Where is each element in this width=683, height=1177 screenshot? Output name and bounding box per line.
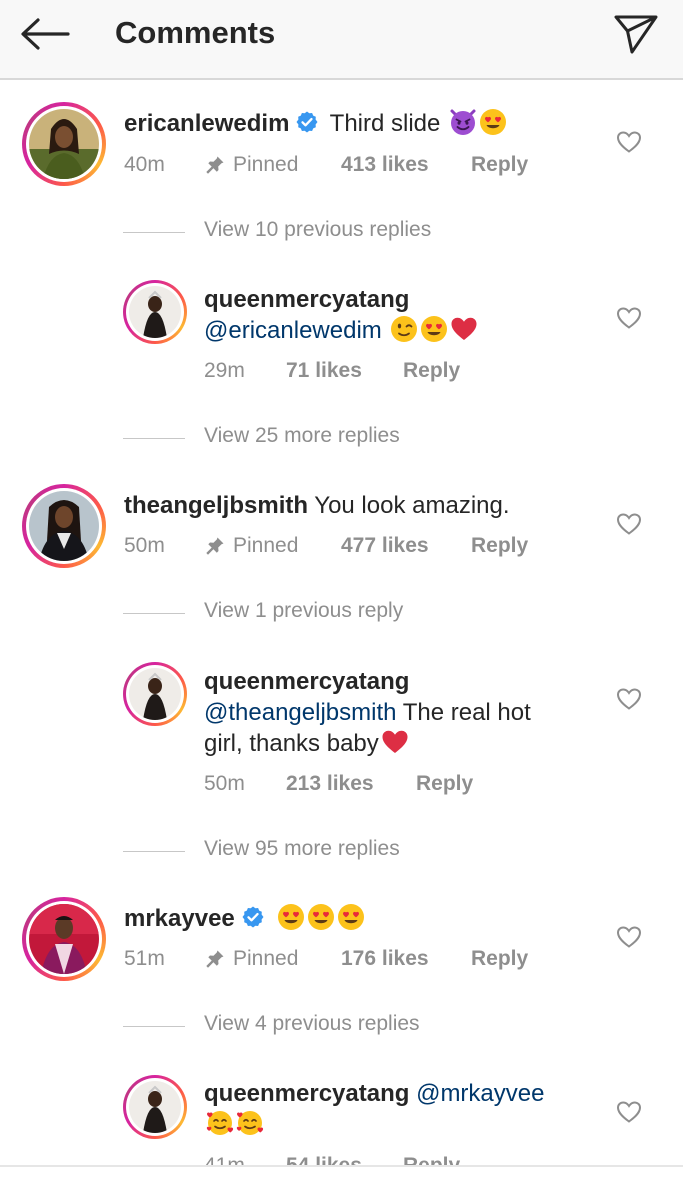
back-arrow-icon [21,18,70,50]
reply-meta: 29m 71 likes Reply [204,359,554,387]
like-heart-icon[interactable] [616,925,642,949]
reply-meta: 41m 54 likes Reply [204,1154,554,1165]
avatar-queenmercyatang[interactable] [123,662,187,726]
like-heart-icon[interactable] [616,687,642,711]
pinned-label: Pinned [205,153,298,177]
comment-username[interactable]: theangeljbsmith [124,492,308,519]
mention-link[interactable]: @ericanlewedim [204,317,382,344]
reply-text-line1: The real hot [402,699,531,726]
mention-link[interactable]: @mrkayvee [416,1080,544,1107]
likes-count[interactable]: 71 likes [286,359,362,383]
red-heart-emoji-icon [450,315,478,343]
like-heart-icon[interactable] [616,306,642,330]
comment-username[interactable]: mrkayvee [124,905,235,932]
avatar-photo [129,668,181,720]
view-previous-replies[interactable]: View 10 previous replies [123,218,523,246]
smiling-hearts-emoji-icon [236,1109,264,1137]
reply-time: 50m [204,772,245,795]
comment-time: 50m [124,534,165,557]
comment-time: 40m [124,153,165,176]
avatar-photo [129,286,181,338]
comment-text: You look amazing. [314,492,510,519]
pinned-label: Pinned [205,947,298,971]
top-bar: Comments [0,0,683,80]
pin-icon [205,155,225,175]
divider-line [123,613,185,614]
divider-line [123,232,185,233]
avatar-theangeljbsmith[interactable] [22,484,106,568]
avatar-queenmercyatang[interactable] [123,280,187,344]
reply-body: queenmercyatang @mrkayvee [204,1078,594,1140]
likes-count[interactable]: 477 likes [341,534,429,558]
reply-time: 29m [204,359,245,382]
pin-icon [205,949,225,969]
avatar-queenmercyatang[interactable] [123,1075,187,1139]
avatar-mrkayvee[interactable] [22,897,106,981]
comment-body: ericanlewedim Third slide [124,108,507,139]
pinned-label: Pinned [205,534,298,558]
divider-line [123,438,185,439]
like-heart-icon[interactable] [616,512,642,536]
avatar-photo [29,491,99,561]
share-button[interactable] [612,12,660,56]
heart-eyes-emoji-icon [420,315,448,343]
comment-meta: 40m Pinned 413 likes Reply [124,153,574,181]
reply-meta: 50m 213 likes Reply [204,772,554,800]
like-heart-icon[interactable] [616,1100,642,1124]
verified-badge-icon [241,905,265,929]
heart-eyes-emoji-icon [479,108,507,136]
smiling-hearts-emoji-icon [206,1109,234,1137]
reply-meta-clip: 41m 54 likes Reply [204,1154,554,1165]
reply-time: 41m [204,1154,245,1165]
reply-username[interactable]: queenmercyatang [204,1080,409,1107]
mention-link[interactable]: @theangeljbsmith [204,699,396,726]
divider-line [123,851,185,852]
comment-time: 51m [124,947,165,970]
avatar-photo [29,904,99,974]
view-previous-replies[interactable]: View 4 previous replies [123,1012,523,1040]
reply-button[interactable]: Reply [471,153,528,177]
avatar-ericanlewedim[interactable] [22,102,106,186]
heart-eyes-emoji-icon [337,903,365,931]
verified-badge-icon [295,110,319,134]
page-title: Comments [115,15,276,50]
heart-eyes-emoji-icon [277,903,305,931]
avatar-photo [129,1081,181,1133]
reply-body: queenmercyatang @ericanlewedim [204,284,594,346]
likes-count[interactable]: 176 likes [341,947,429,971]
likes-count[interactable]: 213 likes [286,772,374,796]
view-more-replies[interactable]: View 95 more replies [123,837,523,865]
reply-text-line2: girl, thanks baby [204,730,379,757]
comment-username[interactable]: ericanlewedim [124,110,289,137]
comment-body: theangeljbsmith You look amazing. [124,490,510,521]
comment-meta: 51m Pinned 176 likes Reply [124,947,574,975]
back-button[interactable] [18,16,72,52]
reply-button[interactable]: Reply [416,772,473,796]
wink-emoji-icon [390,315,418,343]
comment-text: Third slide [329,110,441,137]
heart-eyes-emoji-icon [307,903,335,931]
comment-meta: 50m Pinned 477 likes Reply [124,534,574,562]
avatar-photo [29,109,99,179]
reply-button[interactable]: Reply [471,534,528,558]
likes-count[interactable]: 54 likes [286,1154,362,1165]
reply-button[interactable]: Reply [403,359,460,383]
pin-icon [205,536,225,556]
reply-username[interactable]: queenmercyatang [204,666,594,697]
reply-username[interactable]: queenmercyatang [204,284,594,315]
red-heart-emoji-icon [381,728,409,756]
bottom-divider [0,1165,683,1167]
send-icon [614,15,658,54]
view-previous-replies[interactable]: View 1 previous reply [123,599,523,627]
reply-button[interactable]: Reply [471,947,528,971]
view-more-replies[interactable]: View 25 more replies [123,424,523,452]
reply-button[interactable]: Reply [403,1154,460,1165]
reply-body: queenmercyatang @theangeljbsmith The rea… [204,666,594,759]
likes-count[interactable]: 413 likes [341,153,429,177]
like-heart-icon[interactable] [616,130,642,154]
divider-line [123,1026,185,1027]
smiling-imp-emoji-icon [449,108,477,136]
comment-body: mrkayvee [124,903,365,934]
